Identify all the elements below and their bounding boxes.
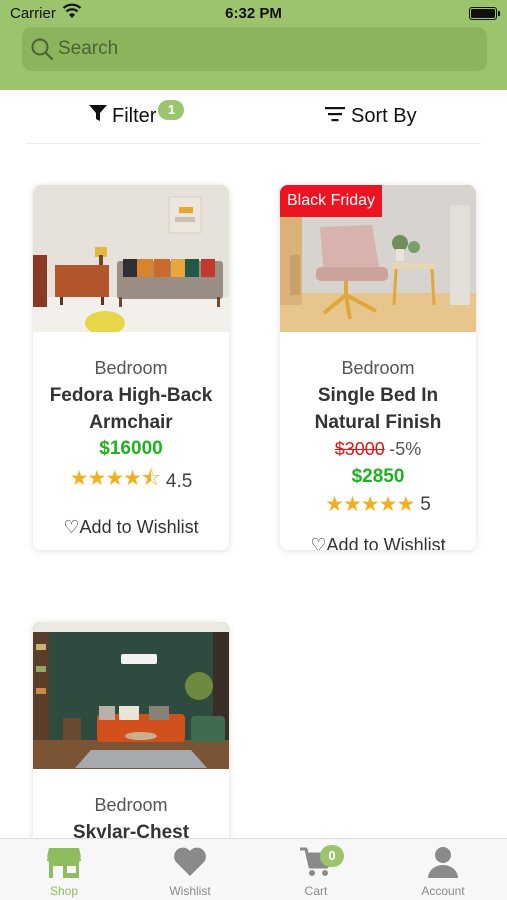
app-header: Carrier 6:32 PM xyxy=(0,0,507,90)
product-card[interactable]: Black Friday Bedroom Single Bed In Natur… xyxy=(280,185,476,550)
discount-label: -5% xyxy=(389,439,422,459)
filter-icon xyxy=(88,103,108,129)
tab-wishlist[interactable]: Wishlist xyxy=(140,845,240,899)
product-category: Bedroom xyxy=(94,795,168,815)
product-price: $16000 xyxy=(99,438,163,459)
product-name: Single Bed In Natural Finish xyxy=(314,385,442,433)
heart-outline-icon: ♡ xyxy=(310,535,327,550)
product-image xyxy=(33,622,229,769)
tab-label: Wishlist xyxy=(169,884,211,898)
wishlist-label: Add to Wishlist xyxy=(326,535,446,550)
cart-count-badge: 0 xyxy=(320,845,344,867)
person-icon xyxy=(427,845,459,882)
heart-outline-icon: ♡ xyxy=(63,517,80,537)
search-input[interactable] xyxy=(58,34,458,64)
tab-bar: Shop Wishlist 0 Cart Account xyxy=(0,838,507,900)
tab-shop[interactable]: Shop xyxy=(14,845,114,899)
rating-value: 4.5 xyxy=(165,470,193,492)
toolbar-divider xyxy=(26,143,481,144)
search-bar[interactable] xyxy=(22,27,487,71)
sort-label: Sort By xyxy=(351,104,417,127)
sale-tag: Black Friday xyxy=(280,185,383,217)
shop-icon xyxy=(46,845,82,882)
product-category: Bedroom xyxy=(341,358,415,378)
sort-icon xyxy=(325,105,351,128)
clock: 6:32 PM xyxy=(225,5,282,22)
product-name: Fedora High-Back Armchair xyxy=(49,385,213,433)
product-category: Bedroom xyxy=(94,358,168,378)
heart-icon xyxy=(173,847,207,880)
product-rating: ★★★★★ 5 xyxy=(280,492,476,517)
filter-sort-toolbar: Filter 1 Sort By xyxy=(0,90,507,144)
rating-value: 5 xyxy=(420,493,431,515)
original-price: $3000 xyxy=(334,439,385,459)
battery-icon xyxy=(469,7,500,20)
filter-button[interactable]: Filter 1 xyxy=(88,100,185,130)
product-rating: ★★★★⯪ 4.5 xyxy=(33,464,229,499)
filter-label: Filter xyxy=(112,104,157,127)
rating-stars: ★★★★★ xyxy=(325,493,415,516)
tab-label: Cart xyxy=(304,884,328,898)
sort-button[interactable]: Sort By xyxy=(325,102,417,130)
tab-cart[interactable]: 0 Cart xyxy=(266,845,366,899)
product-image: Black Friday xyxy=(280,185,476,332)
search-icon xyxy=(30,37,54,66)
tab-label: Shop xyxy=(49,884,79,898)
tab-label: Account xyxy=(421,884,465,898)
product-card[interactable]: Bedroom Fedora High-Back Armchair $16000… xyxy=(33,185,229,550)
product-price: $2850 xyxy=(351,466,405,487)
add-to-wishlist-button[interactable]: ♡Add to Wishlist xyxy=(280,531,476,550)
add-to-wishlist-button[interactable]: ♡Add to Wishlist xyxy=(33,513,229,541)
product-image xyxy=(33,185,229,332)
filter-count-badge: 1 xyxy=(158,100,185,120)
status-bar: Carrier 6:32 PM xyxy=(0,0,507,26)
tab-account[interactable]: Account xyxy=(393,845,493,899)
rating-stars: ★★★★⯪ xyxy=(69,467,161,490)
wishlist-label: Add to Wishlist xyxy=(79,517,199,537)
